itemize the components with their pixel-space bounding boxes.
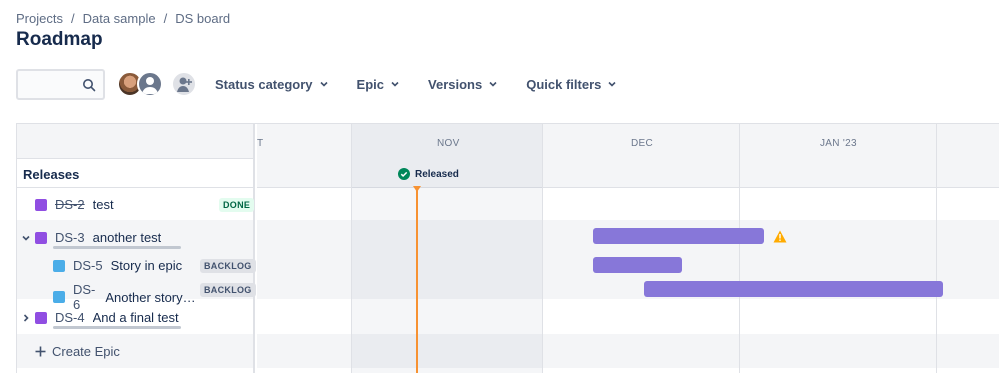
divider [17,187,253,188]
create-epic-button[interactable]: Create Epic [35,344,120,359]
month-label: DEC [631,138,654,149]
releases-label: Releases [23,167,80,182]
issue-summary: And a final test [92,310,179,325]
plus-icon [35,346,46,357]
breadcrumb: Projects / Data sample / DS board [16,11,230,26]
warning-icon[interactable] [773,230,787,243]
search-box [16,68,105,100]
chevron-down-icon [489,81,497,87]
issue-row-ds-4[interactable]: DS-4 And a final test [35,310,179,325]
month-label: JAN '23 [820,138,857,149]
issue-summary: Another story in E... [105,289,199,305]
epic-icon [35,311,47,324]
epic-bar-ds-3[interactable] [593,228,764,244]
story-icon [53,259,65,272]
create-epic-label: Create Epic [52,344,120,359]
breadcrumb-ds-board[interactable]: DS board [175,11,230,26]
story-bar-ds-5[interactable] [593,257,682,273]
month-divider [936,124,937,373]
chevron-down-icon [391,81,399,87]
search-icon [83,78,96,91]
epic-icon [35,231,47,244]
month-divider [542,124,543,373]
issue-key[interactable]: DS-5 [73,258,103,273]
issue-summary: Story in epic [110,258,183,273]
issue-key[interactable]: DS-2 [55,197,85,212]
page-title: Roadmap [16,29,103,50]
roadmap-grid: T NOV DEC JAN '23 Released Releases DS-2… [16,123,999,373]
versions-filter[interactable]: Versions [428,77,498,92]
issue-key[interactable]: DS-6 [73,282,97,312]
breadcrumb-separator: / [163,11,168,26]
month-label: T [257,138,264,149]
status-badge: BACKLOG [200,283,256,297]
status-badge: BACKLOG [200,259,256,273]
add-person-icon [177,77,192,92]
breadcrumb-data-sample[interactable]: Data sample [83,11,156,26]
epic-progress-bar [53,246,181,249]
filter-label: Quick filters [526,76,602,92]
month-divider [351,124,352,373]
timeline: T NOV DEC JAN '23 Released [257,124,999,373]
filter-label: Versions [428,76,483,92]
epic-filter[interactable]: Epic [357,77,400,92]
issue-row-ds-3[interactable]: DS-3 another test [35,230,161,245]
issue-row-ds-5[interactable]: DS-5 Story in epic [53,258,182,273]
breadcrumb-projects[interactable]: Projects [16,11,63,26]
chevron-down-icon [319,81,328,87]
month-label: NOV [437,138,460,149]
breadcrumb-separator: / [70,11,75,26]
release-line [416,188,418,373]
release-label: Released [415,168,459,180]
status-badge: DONE [219,198,255,212]
chevron-down-icon[interactable] [21,233,31,243]
issue-row-ds-2[interactable]: DS-2 test [35,197,114,212]
issue-summary: another test [92,230,162,245]
issue-list-pane: Releases DS-2 test DONE DS-3 another tes… [17,124,256,373]
story-bar-ds-6[interactable] [644,281,943,297]
toolbar: Status category Epic Versions Quick filt… [16,68,617,100]
epic-icon [35,198,47,211]
filter-label: Status category [215,76,313,92]
issue-summary: test [92,197,114,212]
avatar-group [117,71,197,97]
release-badge[interactable]: Released [398,168,459,180]
default-avatar[interactable] [137,71,163,97]
add-people-button[interactable] [171,71,197,97]
chevron-right-icon[interactable] [21,313,31,323]
story-icon [53,291,65,303]
current-month-band [351,124,542,373]
quick-filters-filter[interactable]: Quick filters [526,77,617,92]
issue-row-ds-6[interactable]: DS-6 Another story in E... [53,282,199,312]
issue-key[interactable]: DS-4 [55,310,85,325]
status-category-filter[interactable]: Status category [215,77,329,92]
person-icon [142,77,158,94]
filter-label: Epic [356,76,385,92]
epic-progress-bar [53,326,181,329]
issue-list-header [17,124,253,159]
check-circle-icon [398,168,410,180]
issue-key[interactable]: DS-3 [55,230,85,245]
chevron-down-icon [608,81,616,87]
month-divider [739,124,740,373]
